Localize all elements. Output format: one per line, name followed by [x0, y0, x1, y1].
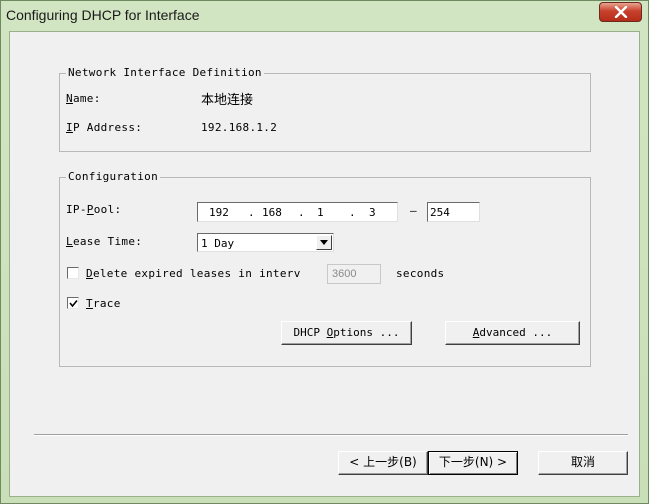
ip-address-label: IP Address:	[66, 121, 143, 134]
ip-address-value: 192.168.1.2	[201, 121, 278, 134]
name-label: Name:	[66, 92, 101, 105]
configuration-group: Configuration IP-Pool: 192 . 168 . 1 . 3…	[59, 170, 591, 367]
ip-dot: .	[298, 206, 305, 219]
advanced-button[interactable]: Advanced ...	[445, 321, 580, 345]
ip-dot: .	[248, 206, 255, 219]
ip-pool-start-input[interactable]: 192 . 168 . 1 . 3	[197, 202, 398, 222]
lease-time-value: 1 Day	[201, 237, 235, 250]
delete-interval-unit: seconds	[396, 267, 445, 280]
back-button[interactable]: < 上一步(B)	[338, 451, 428, 475]
lease-time-select[interactable]: 1 Day	[197, 233, 334, 252]
footer-separator	[34, 434, 628, 436]
ip-octet-3: 1	[317, 206, 324, 219]
cancel-button[interactable]: 取消	[538, 451, 628, 475]
ip-octet-4: 3	[369, 206, 376, 219]
close-button[interactable]	[599, 2, 642, 22]
name-value: 本地连接	[201, 93, 254, 108]
ip-dot: .	[349, 206, 356, 219]
ip-pool-label: IP-Pool:	[66, 203, 122, 216]
ip-octet-2: 168	[262, 206, 282, 219]
ip-octet-1: 192	[209, 206, 229, 219]
group-legend: Configuration	[66, 170, 160, 183]
title-bar: Configuring DHCP for Interface	[1, 1, 648, 31]
dropdown-button[interactable]	[316, 235, 332, 250]
checkmark-icon	[69, 299, 78, 308]
dhcp-config-dialog: Configuring DHCP for Interface Network I…	[0, 0, 649, 504]
interface-definition-group: Network Interface Definition Name: 本地连接 …	[59, 66, 591, 152]
ip-pool-end-input[interactable]: 254	[427, 202, 480, 222]
dialog-client-area: Network Interface Definition Name: 本地连接 …	[9, 31, 640, 497]
delete-interval-value: 3600	[332, 268, 357, 280]
ip-pool-dash: –	[410, 204, 417, 217]
delete-expired-checkbox[interactable]	[67, 267, 79, 279]
trace-checkbox[interactable]	[67, 297, 79, 309]
next-button[interactable]: 下一步(N) >	[428, 451, 518, 475]
ip-pool-end-value: 254	[430, 206, 450, 219]
chevron-down-icon	[320, 240, 328, 245]
group-legend: Network Interface Definition	[66, 66, 264, 79]
trace-label: Trace	[86, 297, 121, 310]
dhcp-options-button[interactable]: DHCP Options ...	[281, 321, 412, 345]
close-icon	[614, 6, 628, 18]
delete-expired-label: Delete expired leases in interv	[86, 267, 301, 280]
lease-time-label: Lease Time:	[66, 235, 143, 248]
window-title: Configuring DHCP for Interface	[6, 7, 200, 23]
delete-interval-input[interactable]: 3600	[327, 264, 381, 284]
